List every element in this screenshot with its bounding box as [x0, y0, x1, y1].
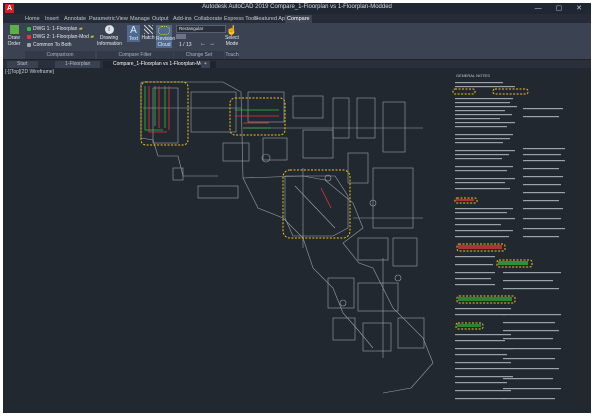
- tab-insert[interactable]: Insert: [43, 15, 61, 23]
- select-mode-label: Select Mode: [225, 35, 239, 47]
- select-mode-button[interactable]: ☝ Select Mode: [225, 25, 239, 47]
- doc-tab-floorplan[interactable]: 1-Floorplan: [55, 61, 101, 68]
- tab-collaborate[interactable]: Collaborate: [192, 15, 224, 23]
- panel-touch-label: Touch: [225, 51, 239, 59]
- hand-cursor-icon: ☝: [226, 25, 238, 35]
- hatch-filter-label: Hatch: [141, 35, 155, 41]
- text-icon: A: [130, 25, 137, 36]
- doc-tab-start[interactable]: Start: [7, 61, 38, 68]
- revision-cloud-button[interactable]: Revision Cloud: [156, 25, 176, 48]
- drawing-information-button[interactable]: i Drawing Information: [97, 25, 123, 47]
- common-geometry: [140, 81, 434, 394]
- dwg2-row[interactable]: DWG 2: 1-Floorplan-Mod ▰: [27, 34, 94, 41]
- floorplan-drawing: GENERAL NOTES: [140, 73, 565, 400]
- draw-order-icon: [9, 25, 19, 34]
- revision-cloud-label: Revision Cloud: [156, 36, 176, 48]
- page-indicator: 1 / 13: [179, 42, 192, 48]
- new-tab-plus-icon[interactable]: +: [201, 61, 210, 68]
- panel-change-set-label: Change Set: [174, 51, 224, 59]
- dwg2-label: DWG 2: 1-Floorplan-Mod: [33, 34, 89, 40]
- folder-icon[interactable]: ▰: [79, 26, 83, 32]
- info-icon: i: [104, 25, 114, 34]
- dwg2-color-swatch[interactable]: [27, 34, 31, 39]
- hatch-icon: [143, 25, 153, 34]
- common-row[interactable]: Common To Both: [27, 42, 72, 49]
- tab-home[interactable]: Home: [23, 15, 42, 23]
- folder-icon[interactable]: ▰: [90, 34, 94, 40]
- drawing-information-label: Drawing Information: [97, 35, 123, 47]
- tab-annotate[interactable]: Annotate: [62, 15, 88, 23]
- dwg2-changes: [148, 86, 332, 209]
- doc-tab-compare[interactable]: Compare_1-Floorplan vs 1-Floorplan-Mod: [103, 61, 217, 68]
- ribbon-panel: Draw Order DWG 1: 1-Floorplan ▰ DWG 2: 1…: [3, 23, 591, 60]
- dwg1-label: DWG 1: 1-Floorplan: [33, 26, 78, 32]
- tab-manage[interactable]: Manage: [128, 15, 152, 23]
- window-controls[interactable]: — ▢ ✕: [535, 4, 588, 12]
- tab-parametric[interactable]: Parametric: [87, 15, 118, 23]
- common-label: Common To Both: [33, 42, 72, 48]
- hatch-filter-button[interactable]: Hatch: [141, 25, 155, 41]
- dwg1-color-swatch[interactable]: [27, 26, 31, 31]
- common-color-swatch[interactable]: [27, 42, 31, 47]
- notes-title: GENERAL NOTES: [456, 73, 490, 78]
- shape-select[interactable]: Rectangular: [176, 25, 226, 33]
- tab-compare[interactable]: Compare: [285, 15, 312, 23]
- next-change-icon[interactable]: →: [209, 41, 215, 47]
- ribbon-tab-bar: Home Insert Annotate Parametric View Man…: [3, 14, 591, 23]
- notes-text-columns: [455, 82, 565, 400]
- panel-comparison-label: Comparison: [25, 51, 95, 59]
- text-filter-button[interactable]: A Text: [127, 25, 140, 42]
- text-filter-label: Text: [128, 36, 139, 42]
- revision-cloud-icon: [158, 26, 170, 35]
- tab-output[interactable]: Output: [150, 15, 171, 23]
- window-title: Autodesk AutoCAD 2019 Compare_1-Floorpla…: [202, 4, 392, 10]
- draw-order-label: Draw Order: [7, 35, 21, 47]
- spacing-slider[interactable]: [176, 34, 186, 39]
- draw-order-button[interactable]: Draw Order: [5, 25, 23, 47]
- autocad-window: A Autodesk AutoCAD 2019 Compare_1-Floorp…: [3, 3, 591, 413]
- panel-compare-filter-label: Compare Filter: [97, 51, 173, 59]
- prev-change-icon[interactable]: ←: [200, 41, 206, 47]
- document-tab-bar: Start 1-Floorplan Compare_1-Floorplan vs…: [3, 60, 591, 68]
- title-bar: A Autodesk AutoCAD 2019 Compare_1-Floorp…: [3, 3, 591, 14]
- drawing-canvas[interactable]: [-][Top][2D Wireframe] GENERAL NOTES: [3, 68, 591, 413]
- tab-add-ins[interactable]: Add-ins: [171, 15, 194, 23]
- dwg1-row[interactable]: DWG 1: 1-Floorplan ▰: [27, 26, 83, 33]
